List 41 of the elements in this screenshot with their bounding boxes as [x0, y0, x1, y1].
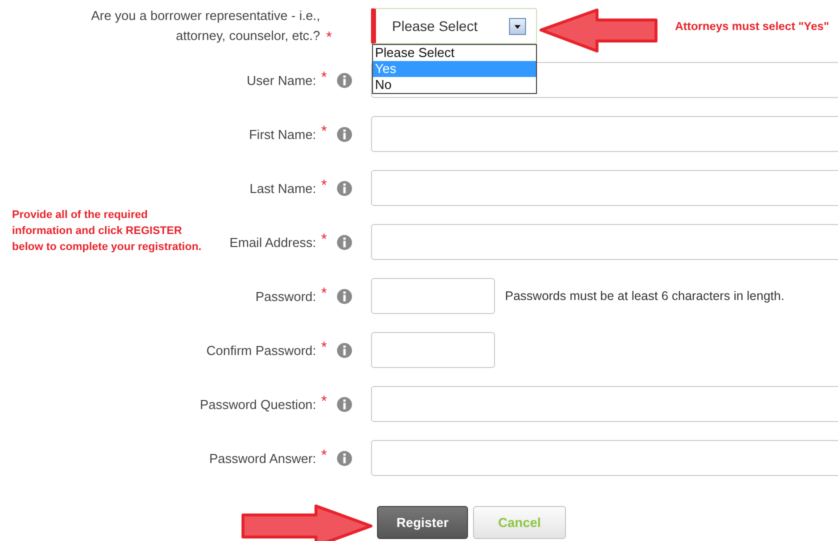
register-button[interactable]: Register: [377, 506, 468, 539]
caret-icon: [509, 18, 526, 34]
required-mark: *: [321, 176, 327, 194]
field-label: Email Address:: [229, 234, 316, 252]
annotation-text: Provide all of the required information and click REGISTER below to complete your registration.: [12, 208, 202, 255]
field-label: Password Question:: [200, 396, 316, 414]
field-hint: Passwords must be at least 6 characters in length.: [505, 289, 784, 303]
required-mark: *: [321, 392, 327, 410]
field-label: Password:: [255, 288, 316, 306]
input-field[interactable]: [371, 278, 495, 314]
info-icon[interactable]: [337, 234, 352, 250]
required-mark: *: [326, 29, 332, 46]
input-field[interactable]: [371, 332, 495, 368]
field-label: Are you a borrower representative - i.e., attorney, counselor, etc.?: [90, 7, 320, 45]
info-icon[interactable]: [337, 288, 352, 304]
input-field[interactable]: [371, 440, 838, 476]
required-mark: *: [321, 446, 327, 464]
input-field[interactable]: [371, 170, 838, 206]
required-mark: *: [321, 230, 327, 248]
dropdown-option[interactable]: Please Select: [373, 45, 536, 61]
field-label: Password Answer:: [209, 450, 316, 468]
dropdown-option[interactable]: No: [373, 77, 536, 93]
info-icon[interactable]: [337, 342, 352, 358]
field-label: Confirm Password:: [206, 342, 316, 360]
field-label: Last Name:: [250, 180, 316, 198]
info-icon[interactable]: [337, 450, 352, 466]
field-label: First Name:: [248, 126, 316, 144]
annotation-text: Attorneys must select "Yes": [675, 21, 830, 33]
representative-select[interactable]: Please Select: [371, 8, 537, 44]
required-mark: *: [321, 338, 327, 356]
input-field[interactable]: [371, 224, 838, 260]
required-mark: *: [321, 122, 327, 140]
required-mark: *: [321, 284, 327, 302]
input-field[interactable]: [371, 386, 838, 422]
info-icon[interactable]: [337, 180, 352, 196]
info-icon[interactable]: [337, 72, 352, 88]
field-label: User Name:: [246, 72, 316, 90]
info-icon[interactable]: [337, 396, 352, 412]
required-mark: *: [321, 68, 327, 86]
info-icon[interactable]: [337, 126, 352, 142]
input-field[interactable]: [371, 116, 838, 152]
